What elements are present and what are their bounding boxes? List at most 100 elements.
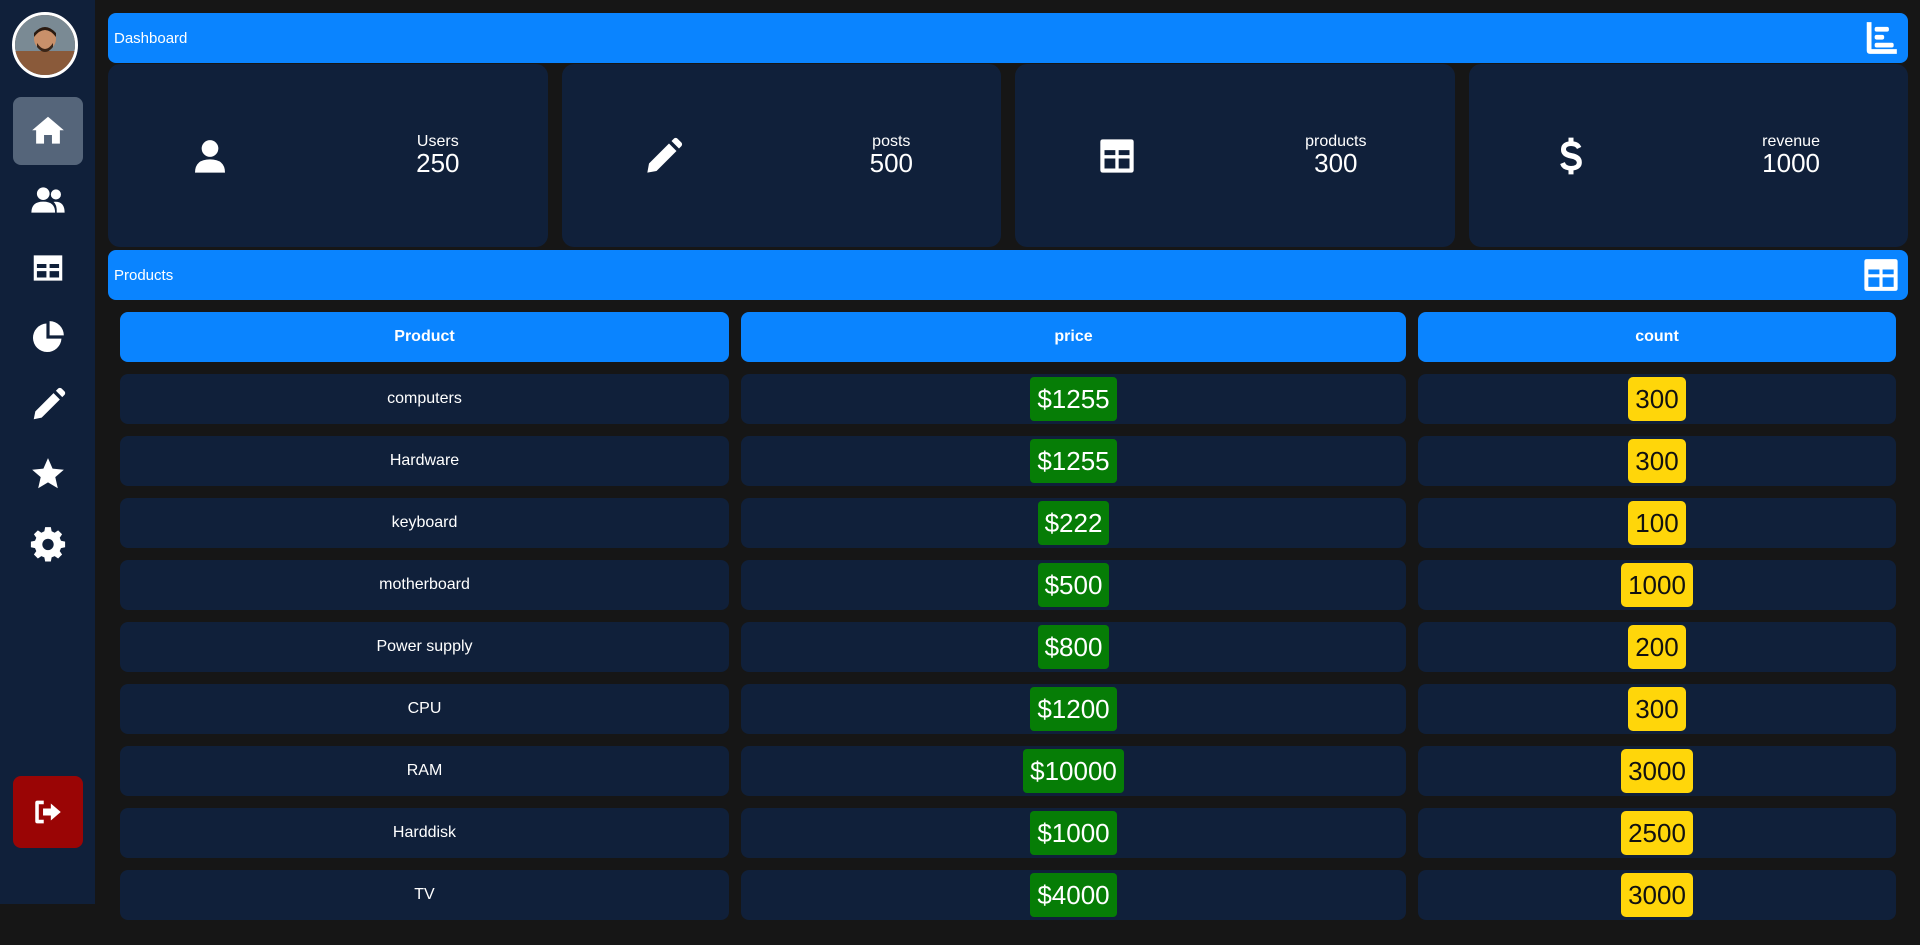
user-icon xyxy=(190,136,230,176)
table-row[interactable]: keyboard $222 100 xyxy=(120,498,1896,548)
count-cell: 300 xyxy=(1418,374,1896,424)
price-badge: $800 xyxy=(1037,625,1110,669)
pencil-icon xyxy=(644,136,684,176)
price-cell: $222 xyxy=(741,498,1406,548)
table-row[interactable]: Harddisk $1000 2500 xyxy=(120,808,1896,858)
price-cell: $800 xyxy=(741,622,1406,672)
price-badge: $1255 xyxy=(1030,377,1117,421)
sidebar-item-users[interactable] xyxy=(13,166,83,234)
table-header-row: Product price count xyxy=(120,312,1896,362)
stat-card-revenue[interactable]: revenue 1000 xyxy=(1468,64,1908,247)
dollar-icon xyxy=(1551,136,1591,176)
product-name-cell: motherboard xyxy=(120,560,729,610)
table-row[interactable]: CPU $1200 300 xyxy=(120,684,1896,734)
price-badge: $500 xyxy=(1037,563,1110,607)
product-name-cell: Hardware xyxy=(120,436,729,486)
price-cell: $1000 xyxy=(741,808,1406,858)
stat-card-text: posts 500 xyxy=(870,133,913,177)
price-badge: $10000 xyxy=(1023,749,1124,793)
price-cell: $1255 xyxy=(741,436,1406,486)
star-icon xyxy=(32,458,64,489)
count-cell: 1000 xyxy=(1418,560,1896,610)
count-cell: 3000 xyxy=(1418,870,1896,920)
count-badge: 100 xyxy=(1628,501,1686,545)
sidebar-item-favorites[interactable] xyxy=(13,440,83,508)
table-icon xyxy=(1860,255,1902,295)
column-header-product[interactable]: Product xyxy=(120,312,729,362)
stat-card-posts[interactable]: posts 500 xyxy=(561,64,1001,247)
pie-chart-icon xyxy=(32,321,64,353)
stat-value: 500 xyxy=(869,148,913,178)
table-row[interactable]: TV $4000 3000 xyxy=(120,870,1896,920)
count-cell: 100 xyxy=(1418,498,1896,548)
price-cell: $1200 xyxy=(741,684,1406,734)
sidebar-item-posts[interactable] xyxy=(13,371,83,439)
product-name-cell: Harddisk xyxy=(120,808,729,858)
products-header: Products xyxy=(108,250,1908,300)
home-icon xyxy=(32,116,64,144)
product-name-cell: keyboard xyxy=(120,498,729,548)
avatar-image xyxy=(15,15,75,75)
price-badge: $1000 xyxy=(1030,811,1117,855)
logout-button[interactable] xyxy=(13,776,83,848)
count-badge: 200 xyxy=(1628,625,1686,669)
products-table: Product price count computers $1255 300 Har… xyxy=(120,312,1896,932)
price-badge: $4000 xyxy=(1030,873,1117,917)
users-icon xyxy=(31,187,65,213)
gear-icon xyxy=(30,527,66,562)
table-icon xyxy=(33,255,63,281)
table-row[interactable]: Power supply $800 200 xyxy=(120,622,1896,672)
stat-card-text: products 300 xyxy=(1305,133,1366,177)
product-name-cell: TV xyxy=(120,870,729,920)
chart-bar-icon xyxy=(1860,18,1902,58)
logout-icon xyxy=(35,800,61,824)
stat-value: 1000 xyxy=(1762,148,1820,178)
price-cell: $500 xyxy=(741,560,1406,610)
product-name-cell: CPU xyxy=(120,684,729,734)
page-title: Dashboard xyxy=(114,29,188,47)
stat-card-users[interactable]: Users 250 xyxy=(108,64,548,247)
count-badge: 3000 xyxy=(1621,749,1693,793)
dashboard-header: Dashboard xyxy=(108,13,1908,63)
avatar[interactable] xyxy=(12,12,78,78)
stat-value: 300 xyxy=(1314,148,1358,178)
column-header-count[interactable]: count xyxy=(1418,312,1896,362)
stat-card-products[interactable]: products 300 xyxy=(1015,64,1455,247)
pencil-icon xyxy=(33,387,66,420)
price-badge: $1200 xyxy=(1030,687,1117,731)
count-badge: 1000 xyxy=(1621,563,1693,607)
count-badge: 300 xyxy=(1628,377,1686,421)
stat-card-text: revenue 1000 xyxy=(1762,133,1820,177)
count-cell: 300 xyxy=(1418,436,1896,486)
stats-cards: Users 250 posts 500 products 300 revenue… xyxy=(108,64,1908,247)
sidebar-item-home[interactable] xyxy=(13,97,83,165)
sidebar-item-reports[interactable] xyxy=(13,303,83,371)
stat-card-text: Users 250 xyxy=(416,133,459,177)
product-name-cell: computers xyxy=(120,374,729,424)
count-badge: 2500 xyxy=(1621,811,1693,855)
sidebar-item-table[interactable] xyxy=(13,234,83,302)
table-row[interactable]: Hardware $1255 300 xyxy=(120,436,1896,486)
product-name-cell: Power supply xyxy=(120,622,729,672)
sidebar xyxy=(0,0,95,904)
price-cell: $1255 xyxy=(741,374,1406,424)
section-title: Products xyxy=(114,266,174,284)
count-cell: 2500 xyxy=(1418,808,1896,858)
price-cell: $10000 xyxy=(741,746,1406,796)
price-cell: $4000 xyxy=(741,870,1406,920)
count-badge: 300 xyxy=(1628,687,1686,731)
price-badge: $222 xyxy=(1037,501,1110,545)
price-badge: $1255 xyxy=(1030,439,1117,483)
sidebar-item-settings[interactable] xyxy=(13,509,83,577)
table-icon xyxy=(1097,136,1137,176)
column-header-price[interactable]: price xyxy=(741,312,1406,362)
count-cell: 3000 xyxy=(1418,746,1896,796)
table-row[interactable]: computers $1255 300 xyxy=(120,374,1896,424)
table-row[interactable]: motherboard $500 1000 xyxy=(120,560,1896,610)
count-cell: 300 xyxy=(1418,684,1896,734)
count-badge: 3000 xyxy=(1621,873,1693,917)
count-badge: 300 xyxy=(1628,439,1686,483)
product-name-cell: RAM xyxy=(120,746,729,796)
count-cell: 200 xyxy=(1418,622,1896,672)
table-row[interactable]: RAM $10000 3000 xyxy=(120,746,1896,796)
